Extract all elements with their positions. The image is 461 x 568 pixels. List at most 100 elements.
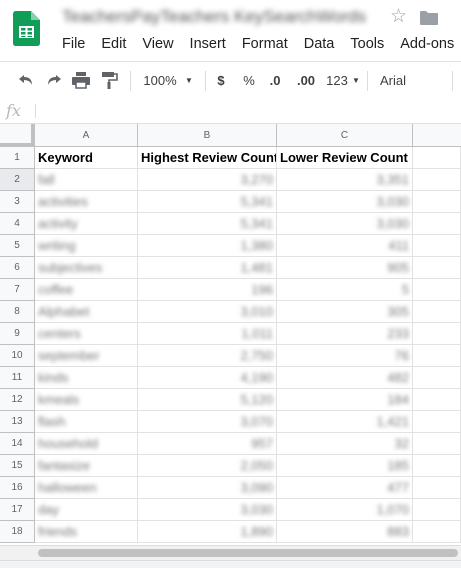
column-header-next[interactable] (413, 124, 461, 147)
cell-lower-review-count[interactable]: 305 (277, 301, 413, 323)
row-header[interactable]: 14 (0, 433, 35, 455)
cell-lower-review-count[interactable]: 905 (277, 257, 413, 279)
column-header-c[interactable]: C (277, 124, 413, 147)
cell-highest-review-count[interactable]: 3,010 (138, 301, 277, 323)
cell-keyword[interactable]: fall (35, 169, 138, 191)
cell-highest-review-count[interactable]: 3,070 (138, 411, 277, 433)
document-title[interactable]: TeachersPayTeachers KeySearchWords (62, 5, 366, 29)
cell-keyword[interactable]: centers (35, 323, 138, 345)
percent-format-button[interactable]: % (241, 62, 257, 99)
dropdown-arrow-icon[interactable]: ▼ (351, 62, 361, 99)
row-header[interactable]: 2 (0, 169, 35, 191)
cell-keyword[interactable]: Alphabet (35, 301, 138, 323)
row-header[interactable]: 18 (0, 521, 35, 543)
cell-empty[interactable] (413, 367, 461, 389)
cell-keyword[interactable]: day (35, 499, 138, 521)
cell-keyword[interactable]: halloween (35, 477, 138, 499)
folder-icon[interactable] (420, 11, 438, 25)
sheets-logo-icon[interactable] (13, 11, 40, 46)
cell-highest-review-count[interactable]: Highest Review Count (138, 147, 277, 169)
row-header[interactable]: 17 (0, 499, 35, 521)
cell-lower-review-count[interactable]: 5 (277, 279, 413, 301)
cell-empty[interactable] (413, 191, 461, 213)
cell-empty[interactable] (413, 169, 461, 191)
cell-keyword[interactable]: fantasize (35, 455, 138, 477)
cell-lower-review-count[interactable]: 185 (277, 455, 413, 477)
cell-highest-review-count[interactable]: 1,380 (138, 235, 277, 257)
row-header[interactable]: 5 (0, 235, 35, 257)
cell-empty[interactable] (413, 147, 461, 169)
menu-data[interactable]: Data (296, 33, 343, 55)
cell-highest-review-count[interactable]: 196 (138, 279, 277, 301)
menu-insert[interactable]: Insert (182, 33, 234, 55)
star-icon[interactable]: ☆ (390, 7, 407, 27)
cell-lower-review-count[interactable]: 3,030 (277, 213, 413, 235)
row-header[interactable]: 9 (0, 323, 35, 345)
menu-tools[interactable]: Tools (342, 33, 392, 55)
row-header[interactable]: 11 (0, 367, 35, 389)
row-header[interactable]: 10 (0, 345, 35, 367)
cell-keyword[interactable]: activities (35, 191, 138, 213)
cell-lower-review-count[interactable]: 32 (277, 433, 413, 455)
cell-empty[interactable] (413, 411, 461, 433)
cell-highest-review-count[interactable]: 1,890 (138, 521, 277, 543)
cell-lower-review-count[interactable]: 411 (277, 235, 413, 257)
row-header[interactable]: 3 (0, 191, 35, 213)
row-header[interactable]: 13 (0, 411, 35, 433)
cell-empty[interactable] (413, 301, 461, 323)
decrease-decimals-button[interactable]: .0 (266, 62, 284, 99)
cell-lower-review-count[interactable]: 1,070 (277, 499, 413, 521)
cell-highest-review-count[interactable]: 5,120 (138, 389, 277, 411)
row-header[interactable]: 12 (0, 389, 35, 411)
redo-button[interactable] (44, 62, 66, 99)
menu-file[interactable]: File (54, 33, 93, 55)
column-header-a[interactable]: A (35, 124, 138, 147)
cell-keyword[interactable]: subjectives (35, 257, 138, 279)
row-header[interactable]: 1 (0, 147, 35, 169)
cell-highest-review-count[interactable]: 5,341 (138, 191, 277, 213)
cell-lower-review-count[interactable]: 477 (277, 477, 413, 499)
cell-keyword[interactable]: flash (35, 411, 138, 433)
cell-empty[interactable] (413, 499, 461, 521)
menu-edit[interactable]: Edit (93, 33, 134, 55)
cell-lower-review-count[interactable]: 184 (277, 389, 413, 411)
cell-keyword[interactable]: coffee (35, 279, 138, 301)
cell-empty[interactable] (413, 257, 461, 279)
row-header[interactable]: 6 (0, 257, 35, 279)
cell-lower-review-count[interactable]: 3,351 (277, 169, 413, 191)
dropdown-arrow-icon[interactable]: ▼ (183, 62, 195, 99)
horizontal-scrollbar[interactable] (0, 545, 461, 560)
column-header-b[interactable]: B (138, 124, 277, 147)
cell-lower-review-count[interactable]: Lower Review Count (277, 147, 413, 169)
menu-format[interactable]: Format (234, 33, 296, 55)
cell-lower-review-count[interactable]: 3,030 (277, 191, 413, 213)
cell-keyword[interactable]: kinds (35, 367, 138, 389)
more-formats-button[interactable]: 123 (323, 62, 351, 99)
cell-empty[interactable] (413, 213, 461, 235)
cell-highest-review-count[interactable]: 5,341 (138, 213, 277, 235)
cell-lower-review-count[interactable]: 76 (277, 345, 413, 367)
cell-highest-review-count[interactable]: 957 (138, 433, 277, 455)
row-header[interactable]: 4 (0, 213, 35, 235)
cell-lower-review-count[interactable]: 1,421 (277, 411, 413, 433)
cell-empty[interactable] (413, 433, 461, 455)
cell-lower-review-count[interactable]: 482 (277, 367, 413, 389)
cell-highest-review-count[interactable]: 3,090 (138, 477, 277, 499)
cell-keyword[interactable]: friends (35, 521, 138, 543)
paint-format-button[interactable] (102, 62, 122, 99)
cell-empty[interactable] (413, 389, 461, 411)
cell-keyword[interactable]: activity (35, 213, 138, 235)
cell-keyword[interactable]: september (35, 345, 138, 367)
menu-view[interactable]: View (134, 33, 181, 55)
cell-highest-review-count[interactable]: 3,270 (138, 169, 277, 191)
cell-highest-review-count[interactable]: 1,011 (138, 323, 277, 345)
cell-keyword[interactable]: writing (35, 235, 138, 257)
menu-addons[interactable]: Add-ons (392, 33, 461, 55)
cell-highest-review-count[interactable]: 4,190 (138, 367, 277, 389)
cell-empty[interactable] (413, 279, 461, 301)
undo-button[interactable] (16, 62, 38, 99)
cell-empty[interactable] (413, 455, 461, 477)
cell-keyword[interactable]: household (35, 433, 138, 455)
cell-keyword[interactable]: Keyword (35, 147, 138, 169)
row-header[interactable]: 8 (0, 301, 35, 323)
